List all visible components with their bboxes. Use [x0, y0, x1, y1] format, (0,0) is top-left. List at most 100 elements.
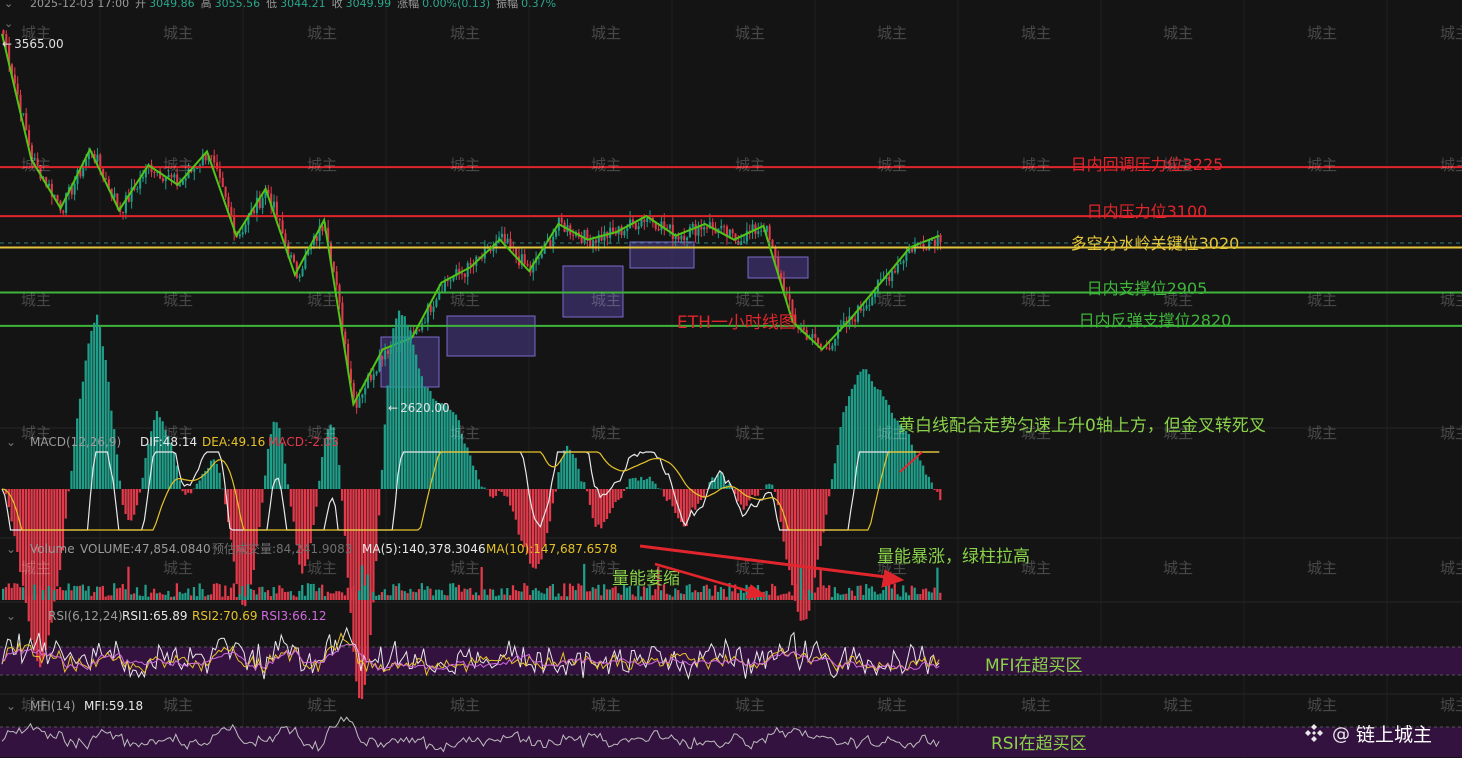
volume-bar	[289, 591, 292, 600]
macd-bar	[557, 472, 560, 489]
candle-body	[549, 240, 552, 247]
volume-bar	[574, 590, 577, 600]
volume-bar	[295, 596, 298, 600]
macd-bar	[867, 374, 871, 489]
volume-bar	[389, 595, 392, 600]
volume-bar	[936, 567, 939, 600]
watermark-text: 城主	[21, 559, 51, 577]
volume-bar	[335, 591, 338, 600]
volume-bar	[278, 585, 281, 600]
macd-bar	[255, 489, 258, 547]
volume-bar	[819, 568, 822, 600]
rsi-collapse-icon[interactable]: ⌄	[6, 609, 16, 623]
volume-bar	[195, 596, 198, 600]
volume-bar	[705, 584, 708, 600]
panel-expand-icon[interactable]: ⌄	[4, 17, 13, 30]
macd-bar	[668, 489, 671, 500]
volume-bar	[204, 596, 207, 600]
candle-body	[381, 356, 384, 360]
candle-body	[911, 248, 914, 252]
candle-body	[227, 197, 230, 207]
volume-bar	[30, 594, 33, 600]
volume-bar	[791, 595, 794, 600]
macd-bar	[822, 489, 825, 533]
volume-bar	[235, 596, 238, 600]
watermark-text: 城主	[735, 156, 765, 174]
candle-body	[811, 333, 814, 339]
volume-bar	[802, 589, 805, 600]
volume-bar	[910, 585, 913, 600]
candle-body	[230, 206, 233, 217]
volume-bar	[349, 588, 352, 600]
candle-body	[854, 319, 857, 322]
volume-bar	[90, 595, 93, 600]
macd-bar	[133, 489, 136, 515]
volume-bar	[773, 586, 777, 600]
volume-bar	[597, 584, 600, 600]
volume-bar	[454, 587, 458, 600]
volume-bar	[190, 595, 193, 600]
macd-bar	[628, 478, 631, 489]
volume-bar	[568, 583, 572, 600]
volume-bar	[272, 587, 275, 600]
macd-bar	[141, 477, 144, 489]
volume-bar	[617, 593, 620, 600]
candle-body	[352, 383, 355, 398]
watermark-text: 城主	[1307, 291, 1337, 309]
macd-collapse-icon[interactable]: ⌄	[6, 435, 16, 449]
mfi-collapse-icon[interactable]: ⌄	[6, 699, 16, 713]
macd-bar	[187, 489, 190, 493]
candle-body	[728, 229, 731, 237]
watermark-text: 城主	[1307, 156, 1337, 174]
macd-bar	[229, 489, 233, 540]
candle-body	[361, 394, 364, 398]
macd-bar	[850, 388, 854, 489]
candle-body	[931, 239, 934, 241]
macd-bar	[389, 349, 392, 489]
candle-body	[740, 241, 743, 245]
watermark-text: 城主	[591, 696, 621, 714]
volume-bar	[489, 588, 492, 600]
macd-bar	[494, 489, 498, 496]
header-collapse-icon[interactable]: ⌄	[4, 0, 13, 10]
volume-bar	[340, 592, 344, 600]
macd-bar	[463, 443, 466, 489]
volume-bar	[560, 596, 563, 600]
watermark-text: 城主	[735, 424, 765, 442]
volume-bar	[463, 588, 466, 600]
candle-body	[224, 187, 227, 198]
volume-bar	[494, 596, 498, 600]
volume-bar	[805, 595, 808, 600]
candle-body	[161, 178, 164, 182]
volume-bar	[583, 563, 586, 600]
volume-bar	[828, 585, 831, 600]
macd-bar	[742, 489, 745, 510]
volume-bar	[571, 585, 574, 600]
watermark-text: 城主	[877, 696, 907, 714]
macd-bar	[759, 489, 762, 490]
candle-body	[694, 223, 697, 236]
candle-body	[865, 305, 868, 309]
volume-bar	[711, 595, 714, 600]
volume-ma10: MA(10):147,687.6578	[486, 542, 617, 556]
volume-bar	[229, 587, 233, 600]
macd-bar	[87, 343, 90, 489]
volume-bar	[36, 595, 39, 600]
candle-body	[757, 231, 760, 234]
volume-header: ⌄ Volume VOLUME:47,854.0840 预估成交量:84,241…	[6, 541, 617, 556]
volume-annotation-surge: 量能暴涨，绿柱拉高	[877, 547, 1030, 567]
volume-bar	[352, 585, 355, 600]
volume-bar	[298, 590, 301, 600]
volume-bar	[833, 587, 837, 600]
volume-bar	[474, 592, 478, 600]
watermark-text: 城主	[1163, 696, 1193, 714]
candle-body	[364, 388, 367, 395]
candle-body	[780, 273, 783, 278]
watermark-text: 城主	[1307, 24, 1337, 42]
volume-bar	[281, 588, 284, 600]
volume-collapse-icon[interactable]: ⌄	[6, 542, 16, 556]
macd-bar	[936, 489, 939, 492]
candle-body	[463, 273, 466, 277]
volume-bar	[500, 588, 503, 600]
volume-bar	[460, 591, 463, 600]
